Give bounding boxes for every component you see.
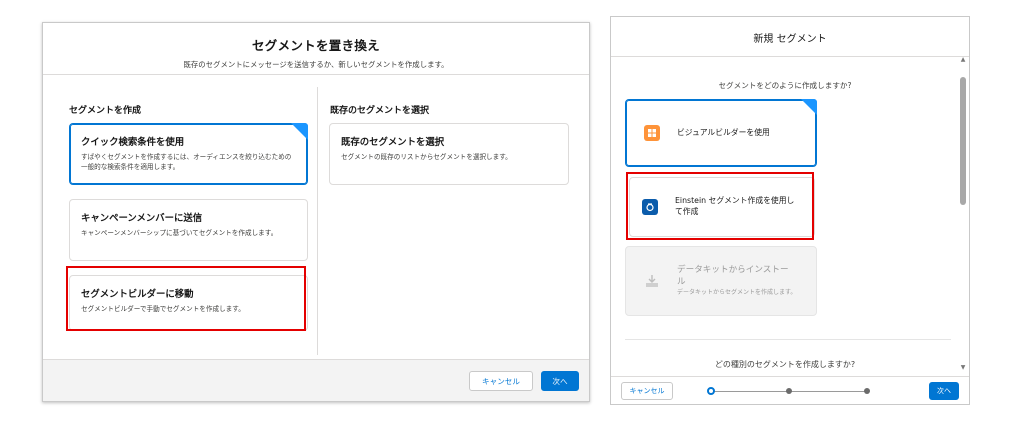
- card-description: セグメントの既存のリストからセグメントを選択します。: [341, 153, 512, 161]
- column-divider: [317, 87, 318, 355]
- einstein-option[interactable]: Einstein セグメント作成を使用して作成: [629, 177, 815, 237]
- card-title: クイック検索条件を使用: [81, 137, 185, 148]
- cancel-button[interactable]: キャンセル: [469, 371, 533, 391]
- card-description: セグメントビルダーで手動でセグメントを作成します。: [81, 305, 245, 313]
- campaign-members-card[interactable]: キャンペーンメンバーに送信 キャンペーンメンバーシップに基づいてセグメントを作成…: [69, 199, 308, 261]
- builder-icon: [644, 125, 660, 141]
- segment-builder-card[interactable]: セグメントビルダーに移動 セグメントビルダーで手動でセグメントを作成します。: [69, 275, 308, 331]
- modal-header: セグメントを置き換え 既存のセグメントにメッセージを送信するか、新しいセグメント…: [43, 23, 589, 75]
- card-title: 既存のセグメントを選択: [341, 137, 445, 148]
- how-create-question: セグメントをどのように作成しますか?: [718, 81, 852, 90]
- replace-segment-modal: セグメントを置き換え 既存のセグメントにメッセージを送信するか、新しいセグメント…: [42, 22, 590, 402]
- create-segment-heading: セグメントを作成: [69, 106, 142, 116]
- scrollbar[interactable]: ▲ ▼: [960, 57, 966, 379]
- modal-title: 新規 セグメント: [611, 17, 969, 57]
- install-icon: [644, 273, 660, 289]
- new-segment-modal: 新規 セグメント セグメントをどのように作成しますか? ビジュアルビルダーを使用…: [610, 16, 970, 405]
- progress-step[interactable]: [786, 388, 792, 394]
- option-label: データキットからインストール: [677, 265, 789, 287]
- datakit-install-option[interactable]: データキットからインストール データキットからセグメントを作成します。: [625, 246, 817, 316]
- section-divider: [625, 339, 951, 340]
- cancel-button[interactable]: キャンセル: [621, 382, 673, 400]
- screenshot-stage: セグメントを置き換え 既存のセグメントにメッセージを送信するか、新しいセグメント…: [0, 0, 1024, 423]
- what-type-question: どの種別のセグメントを作成しますか?: [714, 360, 856, 369]
- next-button[interactable]: 次へ: [541, 371, 579, 391]
- modal-footer: キャンセル 次へ: [43, 359, 589, 401]
- card-description: すばやくセグメントを作成するには、オーディエンスを絞り込むための一般的な検索条件…: [81, 153, 292, 171]
- card-title: セグメントビルダーに移動: [81, 289, 194, 300]
- existing-segment-card[interactable]: 既存のセグメントを選択 セグメントの既存のリストからセグメントを選択します。: [329, 123, 569, 185]
- scrollbar-thumb[interactable]: [960, 77, 966, 205]
- selected-corner-icon: [291, 123, 308, 140]
- modal-subtitle: 既存のセグメントにメッセージを送信するか、新しいセグメントを作成します。: [183, 60, 449, 69]
- visual-builder-option[interactable]: ビジュアルビルダーを使用: [625, 99, 817, 167]
- scroll-up-icon[interactable]: ▲: [960, 57, 966, 63]
- modal-body: セグメントを作成 既存のセグメントを選択 クイック検索条件を使用 すばやくセグメ…: [43, 75, 589, 361]
- modal-title: セグメントを置き換え: [251, 38, 380, 53]
- card-title: キャンペーンメンバーに送信: [81, 213, 203, 224]
- existing-segment-heading: 既存のセグメントを選択: [330, 106, 430, 116]
- option-description: データキットからセグメントを作成します。: [677, 288, 797, 296]
- option-label: Einstein セグメント作成を使用して作成: [675, 196, 795, 216]
- modal-footer: キャンセル 次へ: [611, 376, 969, 404]
- option-label: ビジュアルビルダーを使用: [677, 127, 770, 137]
- einstein-icon: [642, 199, 658, 215]
- scroll-down-icon[interactable]: ▼: [960, 365, 966, 371]
- progress-step-current[interactable]: [707, 387, 715, 395]
- selected-corner-icon: [801, 99, 817, 115]
- card-description: キャンペーンメンバーシップに基づいてセグメントを作成します。: [81, 229, 278, 237]
- progress-step[interactable]: [864, 388, 870, 394]
- next-button[interactable]: 次へ: [929, 382, 959, 400]
- quick-filter-card[interactable]: クイック検索条件を使用 すばやくセグメントを作成するには、オーディエンスを絞り込…: [69, 123, 308, 185]
